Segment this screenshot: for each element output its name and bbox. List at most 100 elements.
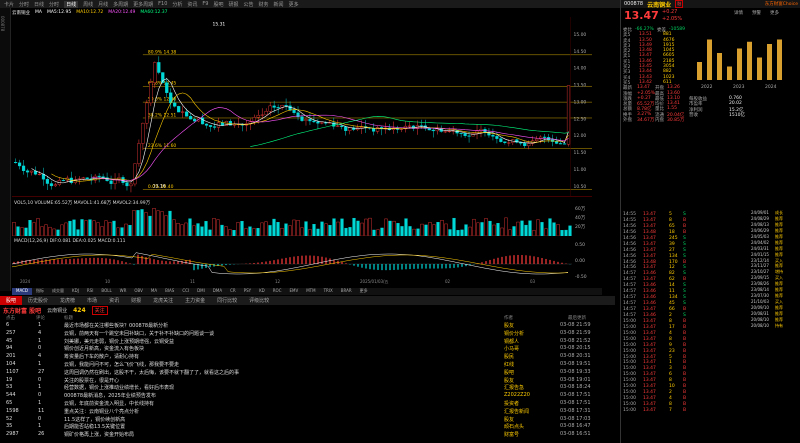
row-author[interactable]: Z2022Z20 xyxy=(504,392,530,398)
indicator-tab[interactable]: BRAR xyxy=(337,288,356,295)
top-tab[interactable]: 研报 xyxy=(229,1,239,8)
row-title[interactable]: 重点关注：云南铜业八个亮点分析 xyxy=(64,408,484,415)
row-author[interactable]: 财富号 xyxy=(504,431,519,438)
indicator-tab[interactable]: OBV xyxy=(130,288,147,295)
forum-title[interactable]: 东方财富 股吧 xyxy=(3,306,41,315)
top-tab[interactable]: 月线 xyxy=(98,1,108,8)
top-tab[interactable]: 分析 xyxy=(172,1,182,8)
row-author[interactable]: 红线 xyxy=(504,361,514,368)
indicator-tab[interactable]: RSI xyxy=(83,288,98,295)
forum-row[interactable]: 544 0 000878最新消息，2025年业绩预告发布 Z2022Z20 03-08 … xyxy=(0,392,615,400)
top-tab[interactable]: 更多周期 xyxy=(133,1,153,8)
row-author[interactable]: 小马哥 xyxy=(504,345,519,352)
row-author[interactable]: 铜都人 xyxy=(504,338,519,345)
forum-row[interactable]: 94 0 铜价创近月新高，资金流入有色板块 小马哥 03-08 20:15 xyxy=(0,345,615,353)
row-author[interactable]: 股民 xyxy=(504,353,514,360)
top-tab[interactable]: 日线 xyxy=(64,0,79,8)
top-tab[interactable]: 公告 xyxy=(244,1,254,8)
bottom-tab[interactable]: 股吧 xyxy=(0,296,23,305)
indicator-tab[interactable]: WR xyxy=(116,288,131,295)
indicator-tab[interactable]: KD xyxy=(255,288,269,295)
indicator-tab[interactable]: DMI xyxy=(193,288,209,295)
top-tab[interactable]: 周线 xyxy=(83,1,93,8)
tab-more[interactable]: 更多 xyxy=(770,10,779,16)
bottom-tab[interactable]: 市场 xyxy=(81,296,103,305)
indicator-tab[interactable]: CR xyxy=(226,288,240,295)
row-author[interactable]: 铜价分析 xyxy=(504,330,524,337)
forum-row[interactable]: 45 1 刘美娜，美元走弱，铜价上涨预期增强，云铜受益 铜都人 03-08 21:52 xyxy=(0,338,615,346)
row-author[interactable]: 汇报告急 xyxy=(504,384,524,391)
forum-row[interactable]: 6 1 最近市场都在关注哪些板块？000878最新分析 股友 03-08 21:59 xyxy=(0,322,615,330)
candlestick-chart[interactable]: 80.9% 14.3861.8% 13.4550.0% 12.9838.2% 1… xyxy=(12,17,592,197)
top-tab[interactable]: 分时 xyxy=(19,1,29,8)
top-tab[interactable]: 卡片 xyxy=(4,1,14,8)
row-title[interactable]: 11.5这样了，铜价续创新高 xyxy=(64,416,484,423)
top-tab[interactable]: F9 xyxy=(202,1,208,7)
indicator-tab[interactable]: BIAS xyxy=(161,288,178,295)
volume-chart[interactable]: VOL5,10 VOLUME:65.52万 MAVOL1:41.68万 MAVO… xyxy=(12,198,592,236)
top-tab[interactable]: F10 xyxy=(158,1,167,7)
indicator-tab[interactable]: 更多 xyxy=(356,288,372,295)
row-title[interactable]: 最近市场都在关注哪些板块？000878最新分析 xyxy=(64,322,484,329)
bottom-tab[interactable]: 财报 xyxy=(125,296,147,305)
forum-row[interactable]: 104 1 云铜，我能问问不可，怎么飞价飞线，那我要不要走 红线 03-08 19:51 xyxy=(0,361,615,369)
forum-row[interactable]: 2987 26 铜矿价格再上涨，资金开始布局 财富号 03-08 16:51 xyxy=(0,431,615,439)
indicator-tab[interactable]: KDJ xyxy=(68,288,83,295)
row-title[interactable]: 关注的股票在，很是开心 xyxy=(64,377,484,384)
row-author[interactable]: 投资者 xyxy=(504,400,519,407)
top-tab[interactable]: 财务 xyxy=(259,1,269,8)
tab-detail[interactable]: 详情 xyxy=(734,10,743,16)
forum-row[interactable]: 53 1 经营数据，铜价上涨推动业绩增长，看好后市表现 汇报告急 03-08 18:24 xyxy=(0,384,615,392)
indicator-tab[interactable]: BOLL xyxy=(97,288,115,295)
row-author[interactable]: 汇报告新闻 xyxy=(504,408,529,415)
forum-row[interactable]: 19 0 关注的股票在，很是开心 股友 03-08 19:01 xyxy=(0,377,615,385)
row-title[interactable]: 经营数据，铜价上涨推动业绩增长，看好后市表现 xyxy=(64,384,484,391)
bottom-tab[interactable]: 龙虎关注 xyxy=(147,296,179,305)
report-row[interactable]: 20/08/10 持有 xyxy=(751,323,800,329)
row-title[interactable]: 这周回调仍然在刷出，这股不干，太后悔，该要不就下翻了了，就看这之后的事 xyxy=(64,369,484,376)
indicator-tab[interactable]: PSY xyxy=(240,288,255,295)
bottom-tab[interactable]: 评级比较 xyxy=(243,296,275,305)
top-tab[interactable]: 分时 xyxy=(49,1,59,8)
forum-row[interactable]: 201 4 筹资量后下车的散户，请耐心持有 股民 03-08 20:31 xyxy=(0,353,615,361)
forum-row[interactable]: 35 1 后期能否站稳13.5关键位置 顽石点头 03-08 16:47 xyxy=(0,423,615,431)
indicator-tab[interactable]: CCI xyxy=(178,288,193,295)
row-title[interactable]: 000878最新消息，2025年业绩预告发布 xyxy=(64,392,484,399)
tab-alert[interactable]: 预警 xyxy=(752,10,761,16)
top-tab[interactable]: 股吧 xyxy=(213,1,223,8)
forum-row[interactable]: 65 1 云铜，年底前资金流入明显，中长线持有 投资者 03-08 17:51 xyxy=(0,400,615,408)
top-tab[interactable]: 新闻 xyxy=(274,1,284,8)
bottom-tab[interactable]: 历史股价 xyxy=(22,296,54,305)
row-title[interactable]: 后期能否站稳13.5关键位置 xyxy=(64,423,484,430)
forum-row[interactable]: 52 0 11.5这样了，铜价续创新高 股友 03-08 17:03 xyxy=(0,416,615,424)
indicator-tab[interactable]: EMV xyxy=(286,288,303,295)
forum-row[interactable]: 1598 11 重点关注：云南铜业八个亮点分析 汇报告新闻 03-08 17:31 xyxy=(0,408,615,416)
indicator-tab[interactable]: ROC xyxy=(269,288,286,295)
indicator-tab[interactable]: MTM xyxy=(302,288,319,295)
row-author[interactable]: 股友 xyxy=(504,416,514,423)
follow-button[interactable]: 关注 xyxy=(91,305,108,315)
forum-row[interactable]: 257 4 云铜，前两天有一个跳空未回补缺口，关于补不补缺口的问题谈一谈 铜价分析 03… xyxy=(0,330,615,338)
indicator-tab[interactable]: 成交量 xyxy=(48,288,68,295)
indicator-tab[interactable]: TRIX xyxy=(320,288,337,295)
row-title[interactable]: 云铜，年底前资金流入明显，中长线持有 xyxy=(64,400,484,407)
row-author[interactable]: 股友 xyxy=(504,322,514,329)
row-title[interactable]: 云铜，我能问问不可，怎么飞价飞线，那我要不要走 xyxy=(64,361,484,368)
row-author[interactable]: 股友 xyxy=(504,377,514,384)
indicator-tab[interactable]: 指标 xyxy=(32,288,48,295)
top-tab[interactable]: 更多 xyxy=(289,1,299,8)
indicator-tab[interactable]: MA xyxy=(147,288,161,295)
bottom-tab[interactable]: 资讯 xyxy=(103,296,125,305)
bottom-tab[interactable]: 主力资金 xyxy=(179,296,211,305)
top-tab[interactable]: 日线 xyxy=(34,1,44,8)
row-title[interactable]: 铜矿价格再上涨，资金开始布局 xyxy=(64,431,484,438)
indicator-tab-active[interactable]: MACD xyxy=(12,288,32,295)
row-title[interactable]: 筹资量后下车的散户，请耐心持有 xyxy=(64,353,484,360)
rail-label[interactable]: 000878 xyxy=(0,16,5,31)
row-author[interactable]: 股吧 xyxy=(504,369,514,376)
bottom-tab[interactable]: 同行比较 xyxy=(211,296,243,305)
row-title[interactable]: 云铜，前两天有一个跳空未回补缺口，关于补不补缺口的问题谈一谈 xyxy=(64,330,484,337)
row-title[interactable]: 刘美娜，美元走弱，铜价上涨预期增强，云铜受益 xyxy=(64,338,484,345)
row-title[interactable]: 铜价创近月新高，资金流入有色板块 xyxy=(64,345,484,352)
bottom-tab[interactable]: 龙虎榜 xyxy=(54,296,81,305)
